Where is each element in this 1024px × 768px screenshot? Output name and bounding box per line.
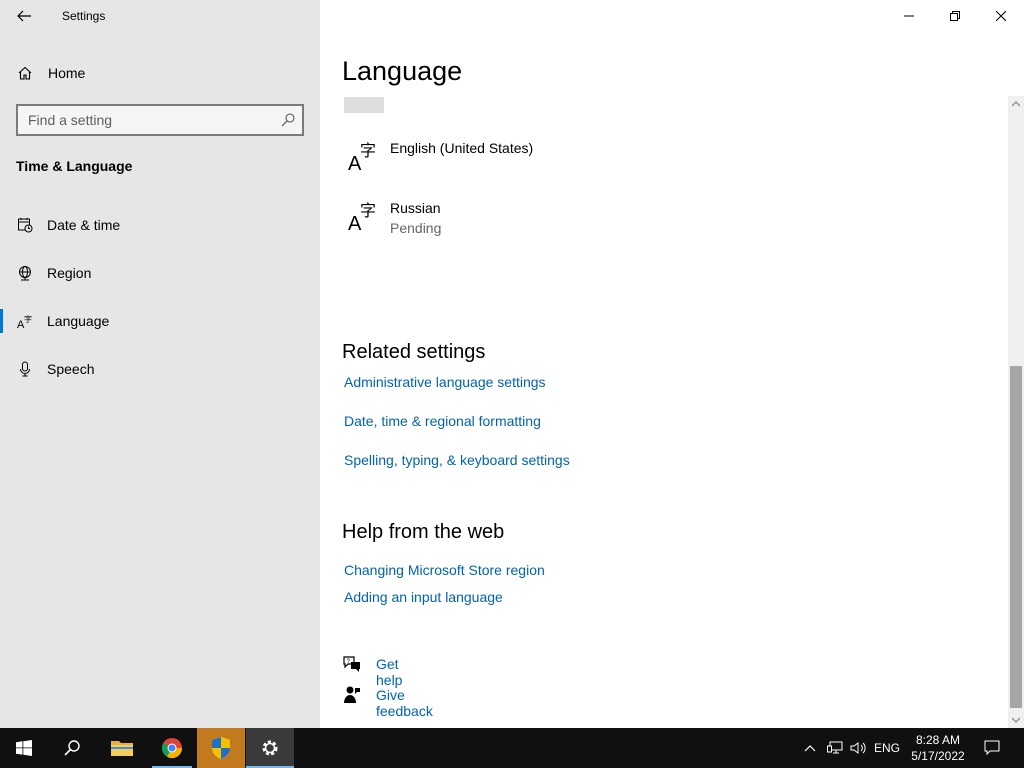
scroll-thumb[interactable]	[1010, 366, 1022, 708]
chevron-up-icon	[1012, 101, 1020, 107]
file-explorer-button[interactable]	[98, 728, 146, 768]
chevron-down-icon	[1012, 717, 1020, 723]
notification-icon	[984, 740, 1000, 756]
gear-icon	[262, 740, 278, 756]
globe-icon	[16, 264, 34, 282]
microphone-icon	[16, 360, 34, 378]
clock-date: 5/17/2022	[911, 749, 965, 763]
link-date-time-regional-formatting[interactable]: Date, time & regional formatting	[344, 413, 541, 429]
language-icon: A字	[348, 141, 376, 172]
vertical-scrollbar[interactable]	[1008, 96, 1024, 728]
language-icon: A字	[348, 201, 376, 232]
input-language-indicator[interactable]: ENG	[872, 728, 902, 768]
sidebar-item-region[interactable]: Region	[0, 253, 320, 293]
give-feedback-icon	[344, 686, 360, 703]
link-administrative-language-settings[interactable]: Administrative language settings	[344, 374, 546, 390]
sidebar-item-home[interactable]: Home	[0, 56, 320, 90]
chrome-button[interactable]	[148, 728, 196, 768]
show-hidden-icons-button[interactable]	[800, 728, 820, 768]
get-help-label: Get help	[376, 656, 403, 688]
sidebar-item-language[interactable]: A字 Language	[0, 301, 320, 341]
back-arrow-icon	[17, 10, 31, 22]
link-spelling-typing-keyboard-settings[interactable]: Spelling, typing, & keyboard settings	[344, 452, 570, 468]
scroll-up-button[interactable]	[1008, 96, 1024, 112]
taskbar: ENG 8:28 AM 5/17/2022	[0, 728, 1024, 768]
language-name: Russian	[390, 200, 441, 216]
language-item-russian[interactable]: A字 Russian Pending	[342, 198, 742, 248]
search-icon[interactable]	[280, 112, 296, 128]
sidebar-item-date-time[interactable]: Date & time	[0, 205, 320, 245]
back-button[interactable]	[8, 2, 40, 30]
main-content: Language A字 English (United States) A字 R…	[320, 0, 1024, 728]
sidebar-item-label: Language	[47, 313, 110, 329]
sidebar: Settings Home Time & Language Date & tim…	[0, 0, 320, 728]
search-input[interactable]	[28, 111, 278, 129]
network-button[interactable]	[824, 728, 846, 768]
link-adding-input-language[interactable]: Adding an input language	[344, 589, 503, 605]
taskbar-search-button[interactable]	[48, 728, 96, 768]
speaker-icon	[850, 742, 866, 754]
home-icon	[18, 66, 32, 80]
link-changing-microsoft-store-region[interactable]: Changing Microsoft Store region	[344, 562, 545, 578]
settings-app-button[interactable]	[246, 728, 294, 768]
search-box	[16, 104, 304, 136]
svg-text:字: 字	[24, 314, 32, 324]
svg-text:字: 字	[360, 201, 376, 220]
search-icon	[64, 740, 80, 756]
action-center-button[interactable]	[980, 728, 1004, 768]
sidebar-item-label: Date & time	[47, 217, 121, 233]
chrome-icon	[161, 738, 183, 759]
sidebar-item-label: Region	[47, 265, 92, 281]
restore-icon	[950, 11, 960, 21]
folder-icon	[111, 741, 133, 756]
shield-icon	[212, 737, 230, 759]
volume-button[interactable]	[848, 728, 870, 768]
start-button[interactable]	[0, 728, 48, 768]
get-help-icon: ?	[343, 656, 360, 672]
svg-text:字: 字	[360, 141, 376, 160]
language-name: English (United States)	[390, 140, 534, 156]
scroll-down-button[interactable]	[1008, 712, 1024, 728]
clock-time: 8:28 AM	[915, 733, 961, 747]
section-title: Time & Language	[16, 158, 133, 174]
give-feedback-label: Give feedback	[376, 687, 433, 719]
partially-hidden-button[interactable]	[344, 97, 384, 113]
windows-logo-icon	[16, 740, 32, 756]
chevron-up-icon	[804, 745, 816, 752]
network-icon	[827, 741, 843, 754]
taskbar-clock[interactable]: 8:28 AM 5/17/2022	[906, 732, 970, 764]
language-icon: A字	[16, 312, 34, 330]
help-from-web-heading: Help from the web	[342, 521, 505, 543]
close-button[interactable]	[978, 0, 1024, 32]
page-title: Language	[342, 56, 463, 86]
window-controls	[886, 0, 1024, 32]
minimize-icon	[904, 15, 914, 17]
sidebar-item-label: Speech	[47, 361, 95, 377]
window-title: Settings	[62, 9, 106, 23]
related-settings-heading: Related settings	[342, 341, 486, 363]
minimize-button[interactable]	[886, 0, 932, 32]
calendar-clock-icon	[16, 216, 34, 234]
sidebar-item-speech[interactable]: Speech	[0, 349, 320, 389]
language-status: Pending	[390, 220, 442, 236]
restore-button[interactable]	[932, 0, 978, 32]
security-shield-button[interactable]	[197, 728, 245, 768]
sidebar-item-label: Home	[48, 65, 86, 81]
language-item-english[interactable]: A字 English (United States)	[342, 138, 742, 188]
close-icon	[996, 11, 1006, 21]
